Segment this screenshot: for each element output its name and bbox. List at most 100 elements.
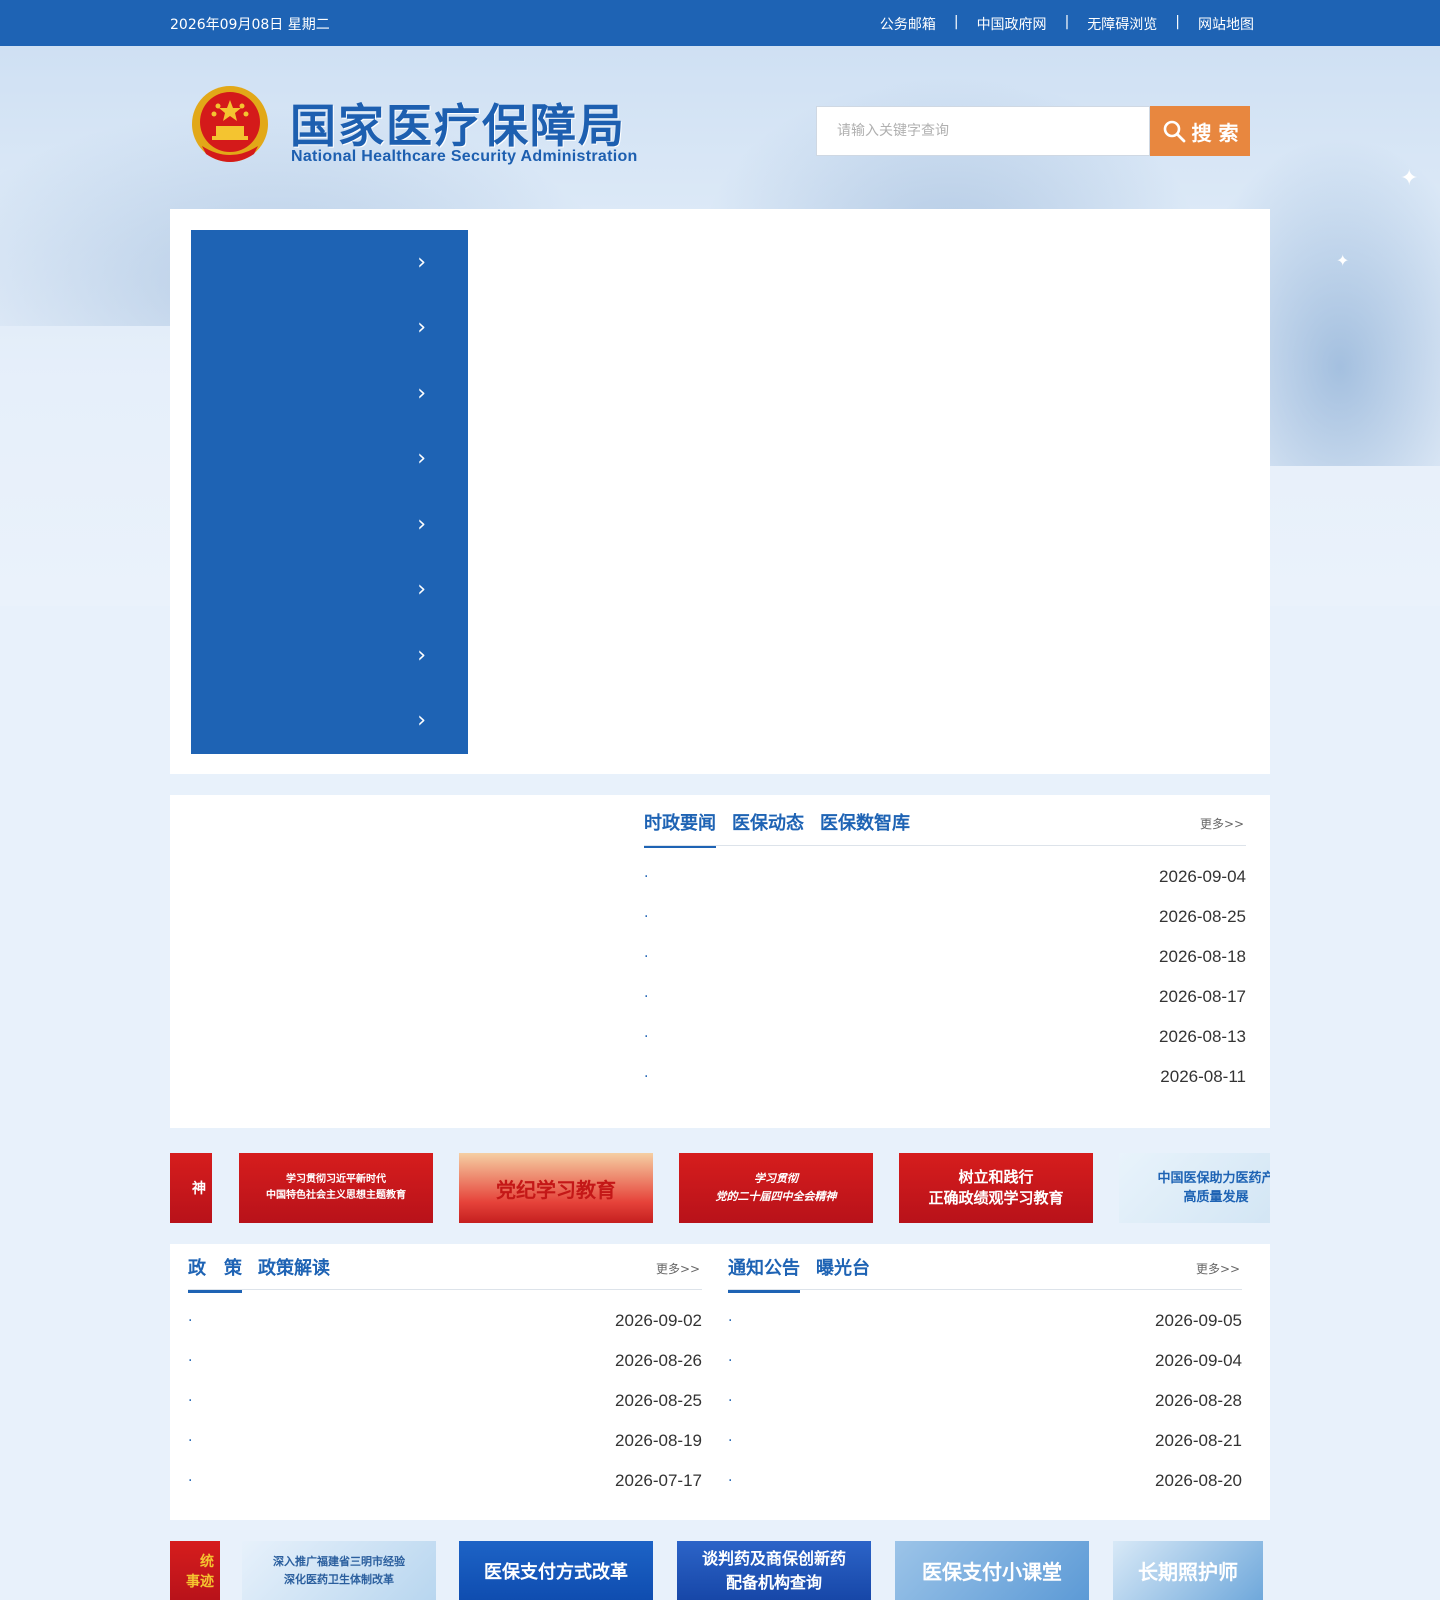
policy-notice-panel: 政 策 政策解读 更多>> · 2026-09-02 · 2026-08-26 · 2… <box>170 1244 1270 1520</box>
news-panel: 时政要闻 医保动态 医保数智库 更多>> · 2026-09-04 · 2026-0… <box>170 795 1270 1128</box>
side-menu: › › › › › › › › <box>191 230 468 754</box>
national-emblem-logo[interactable] <box>188 84 272 170</box>
chevron-right-icon: › <box>417 577 426 603</box>
chevron-right-icon: › <box>417 315 426 341</box>
chevron-right-icon: › <box>417 446 426 472</box>
banner-item[interactable]: 谈判药及商保创新药 配备机构查询 <box>677 1541 871 1600</box>
chevron-right-icon: › <box>417 380 426 406</box>
notice-list: · 2026-09-05 · 2026-09-04 · 2026-08-28 · 202… <box>728 1301 1242 1501</box>
link-gov-portal[interactable]: 中国政府网 <box>977 14 1047 34</box>
banner-item[interactable]: 医保支付小课堂 <box>895 1541 1089 1600</box>
current-date: 2026年09月08日 星期二 <box>170 17 330 33</box>
item-date: 2026-08-20 <box>1155 1471 1242 1490</box>
list-item[interactable]: · 2026-08-20 <box>728 1461 1242 1501</box>
tab-political-news[interactable]: 时政要闻 <box>644 809 716 848</box>
news-list: · 2026-09-04 · 2026-08-25 · 2026-08-18 · 202… <box>644 857 1246 1097</box>
item-date: 2026-09-02 <box>615 1311 702 1330</box>
side-menu-item[interactable]: › <box>191 492 468 558</box>
chevron-right-icon: › <box>417 642 426 668</box>
search-button[interactable]: 搜 索 <box>1150 106 1250 156</box>
side-menu-item[interactable]: › <box>191 623 468 689</box>
list-item[interactable]: · 2026-08-13 <box>644 1017 1246 1057</box>
item-date: 2026-08-11 <box>1160 1067 1246 1086</box>
news-more-link[interactable]: 更多>> <box>1200 815 1244 832</box>
banner-item[interactable]: 神 <box>170 1153 212 1223</box>
chevron-right-icon: › <box>417 708 426 734</box>
list-item[interactable]: · 2026-08-25 <box>644 897 1246 937</box>
banner-item[interactable]: 深入推广福建省三明市经验 深化医药卫生体制改革 <box>242 1541 436 1600</box>
tab-healthcare-news[interactable]: 医保动态 <box>732 809 804 848</box>
banner-item[interactable]: 党纪学习教育 <box>459 1153 653 1223</box>
banner-item[interactable]: 统 事迹 <box>170 1541 220 1600</box>
banner-carousel-1: 神 学习贯彻习近平新时代 中国特色社会主义思想主题教育 党纪学习教育 学习贯彻 … <box>170 1153 1270 1223</box>
tab-notice[interactable]: 通知公告 <box>728 1254 800 1293</box>
notice-more-link[interactable]: 更多>> <box>1196 1260 1240 1277</box>
item-date: 2026-08-17 <box>1159 987 1246 1006</box>
top-links: 公务邮箱 | 中国政府网 | 无障碍浏览 | 网站地图 <box>879 14 1254 34</box>
item-date: 2026-08-21 <box>1155 1431 1242 1450</box>
banner-carousel-2: 统 事迹 深入推广福建省三明市经验 深化医药卫生体制改革 医保支付方式改革 谈判… <box>170 1541 1270 1600</box>
list-item[interactable]: · 2026-08-11 <box>644 1057 1246 1097</box>
tab-data-library[interactable]: 医保数智库 <box>820 809 910 848</box>
list-item[interactable]: · 2026-07-17 <box>188 1461 702 1501</box>
list-item[interactable]: · 2026-08-18 <box>644 937 1246 977</box>
divider <box>644 845 1246 846</box>
divider <box>728 1289 1242 1290</box>
item-date: 2026-09-04 <box>1159 867 1246 886</box>
side-menu-item[interactable]: › <box>191 558 468 624</box>
policy-more-link[interactable]: 更多>> <box>656 1260 700 1277</box>
chevron-right-icon: › <box>417 511 426 537</box>
list-item[interactable]: · 2026-08-25 <box>188 1381 702 1421</box>
side-menu-item[interactable]: › <box>191 296 468 362</box>
site-title[interactable]: 国家医疗保障局 <box>290 90 626 156</box>
search-icon <box>1163 120 1185 143</box>
item-date: 2026-08-25 <box>1159 907 1246 926</box>
banner-item[interactable]: 树立和践行 正确政绩观学习教育 <box>899 1153 1093 1223</box>
list-item[interactable]: · 2026-09-04 <box>644 857 1246 897</box>
item-date: 2026-09-04 <box>1155 1351 1242 1370</box>
item-date: 2026-08-13 <box>1159 1027 1246 1046</box>
list-item[interactable]: · 2026-09-05 <box>728 1301 1242 1341</box>
banner-item[interactable]: 医保支付方式改革 <box>459 1541 653 1600</box>
site-header: 国家医疗保障局 National Healthcare Security Adm… <box>0 46 1440 208</box>
item-date: 2026-09-05 <box>1155 1311 1242 1330</box>
main-panel: › › › › › › › › <box>170 209 1270 774</box>
banner-item[interactable]: 长期照护师 <box>1113 1541 1263 1600</box>
list-item[interactable]: · 2026-08-17 <box>644 977 1246 1017</box>
side-menu-item[interactable]: › <box>191 689 468 755</box>
search-bar: 搜 索 <box>816 106 1251 156</box>
side-menu-item[interactable]: › <box>191 427 468 493</box>
link-sitemap[interactable]: 网站地图 <box>1198 14 1254 34</box>
list-item[interactable]: · 2026-09-02 <box>188 1301 702 1341</box>
side-menu-item[interactable]: › <box>191 230 468 296</box>
list-item[interactable]: · 2026-08-19 <box>188 1421 702 1461</box>
item-date: 2026-08-26 <box>615 1351 702 1370</box>
banner-item[interactable]: 学习贯彻 党的二十届四中全会精神 <box>679 1153 873 1223</box>
divider <box>188 1289 702 1290</box>
tab-policy-interpretation[interactable]: 政策解读 <box>258 1254 330 1293</box>
list-item[interactable]: · 2026-08-26 <box>188 1341 702 1381</box>
banner-item[interactable]: 中国医保助力医药产 高质量发展 <box>1119 1153 1270 1223</box>
tab-policy[interactable]: 政 策 <box>188 1254 242 1293</box>
link-official-email[interactable]: 公务邮箱 <box>880 14 936 34</box>
item-date: 2026-07-17 <box>615 1471 702 1490</box>
list-item[interactable]: · 2026-08-21 <box>728 1421 1242 1461</box>
banner-item[interactable]: 学习贯彻习近平新时代 中国特色社会主义思想主题教育 <box>239 1153 433 1223</box>
top-bar: 2026年09月08日 星期二 公务邮箱 | 中国政府网 | 无障碍浏览 | 网… <box>0 0 1440 46</box>
item-date: 2026-08-28 <box>1155 1391 1242 1410</box>
news-tabs: 时政要闻 医保动态 医保数智库 <box>644 809 910 848</box>
search-input[interactable] <box>816 106 1150 156</box>
item-date: 2026-08-19 <box>615 1431 702 1450</box>
side-menu-item[interactable]: › <box>191 361 468 427</box>
policy-tabs: 政 策 政策解读 <box>188 1254 330 1293</box>
link-accessibility[interactable]: 无障碍浏览 <box>1087 14 1157 34</box>
search-button-label: 搜 索 <box>1191 120 1239 145</box>
site-title-english: National Healthcare Security Administrat… <box>291 148 638 165</box>
tab-exposure[interactable]: 曝光台 <box>816 1254 870 1293</box>
item-date: 2026-08-18 <box>1159 947 1246 966</box>
list-item[interactable]: · 2026-08-28 <box>728 1381 1242 1421</box>
list-item[interactable]: · 2026-09-04 <box>728 1341 1242 1381</box>
chevron-right-icon: › <box>417 249 426 275</box>
policy-list: · 2026-09-02 · 2026-08-26 · 2026-08-25 · 202… <box>188 1301 702 1501</box>
item-date: 2026-08-25 <box>615 1391 702 1410</box>
